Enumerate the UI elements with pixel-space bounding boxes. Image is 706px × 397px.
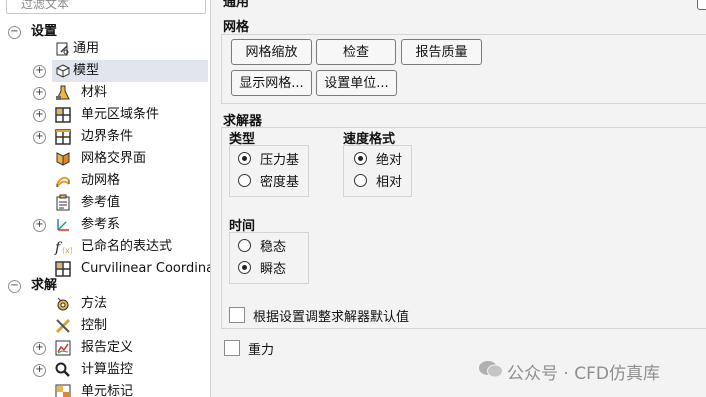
collapse-toggle-icon[interactable]: − (8, 280, 21, 293)
methods-icon (57, 297, 69, 311)
expand-toggle-icon[interactable]: + (33, 364, 46, 377)
relative-radio[interactable] (354, 174, 367, 187)
tree-item-methods[interactable]: 方法 (0, 293, 210, 315)
tree-item-models[interactable]: 模型 (52, 60, 208, 82)
tree-item-cell-zone-conditions[interactable]: + 单元区域条件 (0, 104, 210, 126)
check-mesh-button[interactable]: 检查 (316, 39, 396, 65)
flask-icon (56, 85, 70, 100)
tree-item-boundary-conditions[interactable]: + 边界条件 (0, 126, 210, 148)
display-mesh-button[interactable]: 显示网格... (231, 70, 312, 96)
density-based-label: 密度基 (260, 175, 300, 190)
transient-radio[interactable] (238, 261, 251, 274)
report-quality-button[interactable]: 报告质量 (401, 39, 482, 65)
expand-toggle-icon[interactable]: + (33, 342, 46, 355)
set-units-button[interactable]: 设置单位... (316, 70, 397, 96)
absolute-radio[interactable] (354, 152, 367, 165)
transient-label: 瞬态 (260, 262, 287, 277)
tree-item-materials[interactable]: + 材料 (0, 82, 210, 104)
gravity-label: 重力 (248, 343, 275, 358)
density-based-radio[interactable] (238, 174, 251, 187)
axes-icon (57, 219, 69, 231)
adjust-solver-defaults-checkbox[interactable] (229, 307, 245, 323)
watermark-text: 公众号 · CFD仿真库 (507, 364, 660, 384)
adjust-solver-defaults-label: 根据设置调整求解器默认值 (253, 310, 410, 325)
general-icon (56, 42, 69, 56)
steady-radio[interactable] (238, 239, 251, 252)
tree-item-cell-registers[interactable]: 单元标记 (0, 381, 210, 397)
tree-item-mesh-interfaces[interactable]: 网格交界面 (0, 148, 210, 170)
expand-toggle-icon[interactable]: + (33, 131, 46, 144)
function-icon: f (x) (54, 240, 72, 256)
tree-item-named-expressions[interactable]: f (x) 已命名的表达式 (0, 236, 210, 258)
tree-item-general[interactable]: 通用 (0, 38, 210, 60)
pressure-based-label: 压力基 (260, 153, 300, 168)
expand-toggle-icon[interactable]: + (33, 109, 46, 122)
tree-item-dynamic-mesh[interactable]: 动网格 (0, 170, 210, 192)
report-chart-icon (55, 340, 71, 356)
expand-toggle-icon[interactable]: + (33, 65, 46, 78)
expand-toggle-icon[interactable]: + (33, 219, 46, 232)
steady-label: 稳态 (260, 240, 287, 255)
general-settings-panel: 通用 网格 网格缩放 检查 报告质量 显示网格... 设置单位... 求解器 类… (211, 0, 706, 397)
tree-item-monitors[interactable]: + 计算监控 (0, 359, 210, 381)
clipboard-icon (56, 194, 70, 211)
svg-text:(x): (x) (62, 246, 72, 255)
relative-label: 相对 (376, 175, 403, 190)
grid-icon (55, 107, 71, 123)
tools-icon (55, 318, 71, 334)
wechat-logo-icon (479, 361, 503, 378)
cell-register-icon (55, 384, 71, 397)
outline-tree: 过滤文本 − 设置 通用 模型 + + 材料 + 单元区域条件 + 边界条件 网… (0, 0, 210, 397)
mesh-scale-button[interactable]: 网格缩放 (231, 39, 312, 65)
tree-item-reference-frames[interactable]: + 参考系 (0, 214, 210, 236)
filter-input[interactable]: 过滤文本 (6, 0, 206, 14)
tree-item-report-definitions[interactable]: + 报告定义 (0, 337, 210, 359)
gravity-checkbox[interactable] (224, 340, 240, 356)
mesh-interface-icon (56, 152, 70, 166)
cube-icon (56, 64, 70, 78)
help-icon[interactable] (697, 0, 706, 10)
tree-item-controls[interactable]: 控制 (0, 315, 210, 337)
tree-item-reference-values[interactable]: 参考值 (0, 192, 210, 214)
panel-header-title: 通用 (223, 0, 250, 10)
expand-toggle-icon[interactable]: + (33, 87, 46, 100)
dynamic-mesh-icon (56, 176, 70, 188)
pressure-based-radio[interactable] (238, 152, 251, 165)
mesh-group-title: 网格 (223, 20, 250, 35)
magnifier-icon (55, 362, 70, 377)
boundary-grid-icon (55, 129, 71, 145)
absolute-label: 绝对 (376, 153, 403, 168)
